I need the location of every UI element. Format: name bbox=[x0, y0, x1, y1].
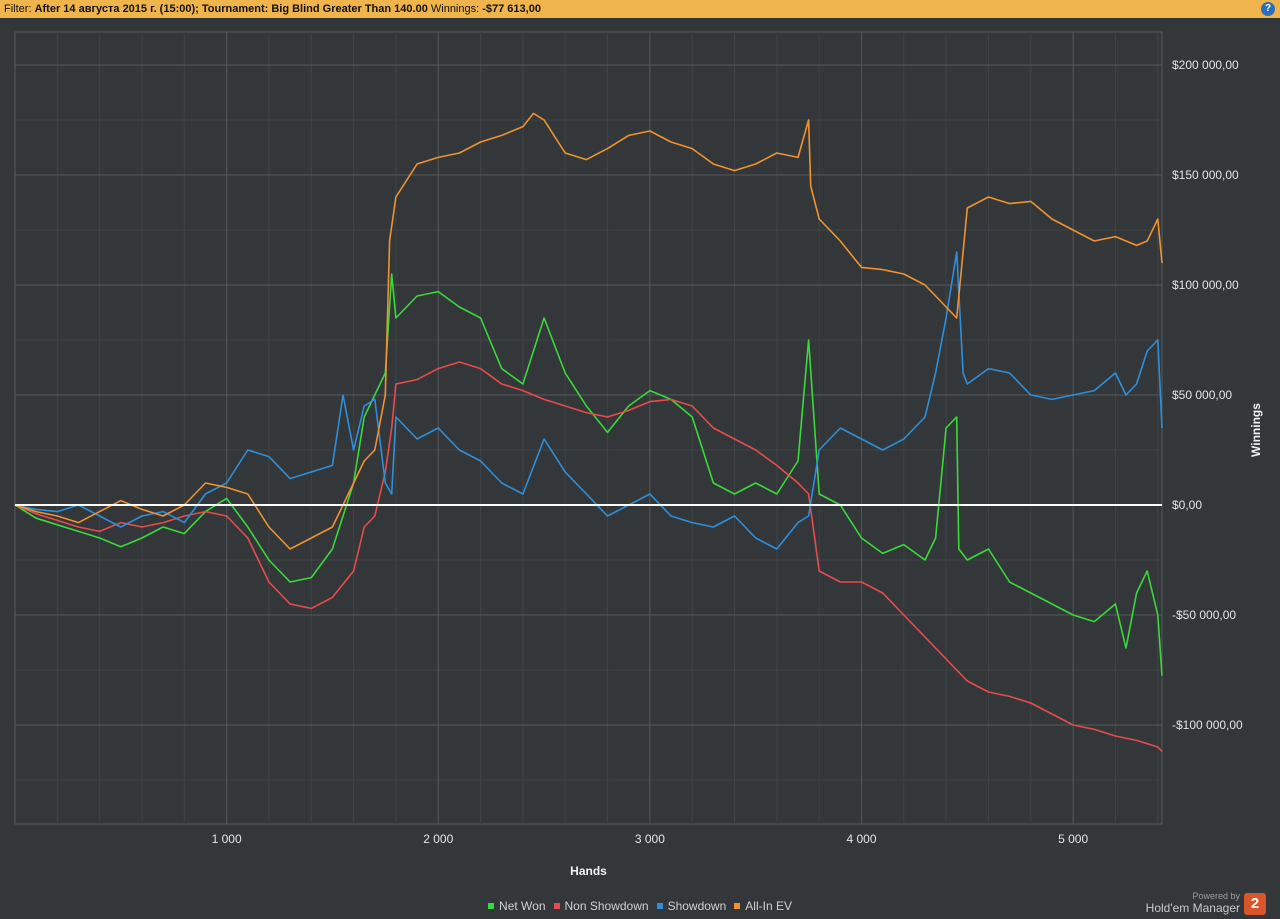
x-tick-label: 4 000 bbox=[846, 832, 876, 846]
powered-by-text: Powered by bbox=[1192, 891, 1240, 901]
y-tick-label: $0,00 bbox=[1172, 498, 1202, 512]
y-tick-label: $100 000,00 bbox=[1172, 278, 1239, 292]
legend-label: Showdown bbox=[667, 899, 727, 913]
hm2-logo-icon: 2 bbox=[1244, 893, 1266, 915]
legend-swatch bbox=[488, 903, 495, 909]
legend-label: Net Won bbox=[499, 899, 546, 913]
legend-item-all-in-ev[interactable]: All-In EV bbox=[734, 898, 792, 914]
legend-item-net-won[interactable]: Net Won bbox=[488, 898, 546, 914]
winnings-value: -$77 613,00 bbox=[482, 3, 541, 15]
y-tick-label: -$100 000,00 bbox=[1172, 718, 1243, 732]
chart-legend: Net Won Non Showdown Showdown All-In EV bbox=[0, 898, 1280, 914]
filter-criteria: After 14 августа 2015 г. (15:00); Tourna… bbox=[34, 3, 428, 15]
branding: Powered by Hold'em Manager 2 bbox=[1146, 891, 1266, 915]
legend-swatch bbox=[656, 903, 663, 909]
winnings-label: Winnings: bbox=[430, 3, 480, 15]
y-tick-label: $150 000,00 bbox=[1172, 168, 1239, 182]
x-tick-label: 3 000 bbox=[635, 832, 665, 846]
legend-swatch bbox=[553, 903, 560, 909]
legend-swatch bbox=[734, 903, 741, 909]
legend-label: Non Showdown bbox=[564, 899, 649, 913]
x-axis-title: Hands bbox=[570, 864, 607, 878]
y-tick-label: $200 000,00 bbox=[1172, 58, 1239, 72]
legend-label: All-In EV bbox=[745, 899, 792, 913]
filter-bar: Filter: After 14 августа 2015 г. (15:00)… bbox=[0, 0, 1280, 18]
x-tick-label: 2 000 bbox=[423, 832, 453, 846]
y-tick-label: $50 000,00 bbox=[1172, 388, 1232, 402]
filter-label: Filter: bbox=[4, 3, 32, 15]
x-tick-label: 1 000 bbox=[212, 832, 242, 846]
product-name: Hold'em Manager bbox=[1145, 901, 1240, 915]
winnings-chart: 1 000 2 000 3 000 4 000 5 000 $200 000,00 $150… bbox=[14, 31, 1263, 878]
question-icon[interactable]: ? bbox=[1261, 2, 1275, 16]
legend-item-showdown[interactable]: Showdown bbox=[656, 898, 727, 914]
y-axis-title: Winnings bbox=[1249, 403, 1263, 457]
legend-item-non-showdown[interactable]: Non Showdown bbox=[553, 898, 649, 914]
x-tick-label: 5 000 bbox=[1058, 832, 1088, 846]
y-tick-label: -$50 000,00 bbox=[1172, 608, 1236, 622]
plot-area bbox=[14, 31, 1163, 825]
